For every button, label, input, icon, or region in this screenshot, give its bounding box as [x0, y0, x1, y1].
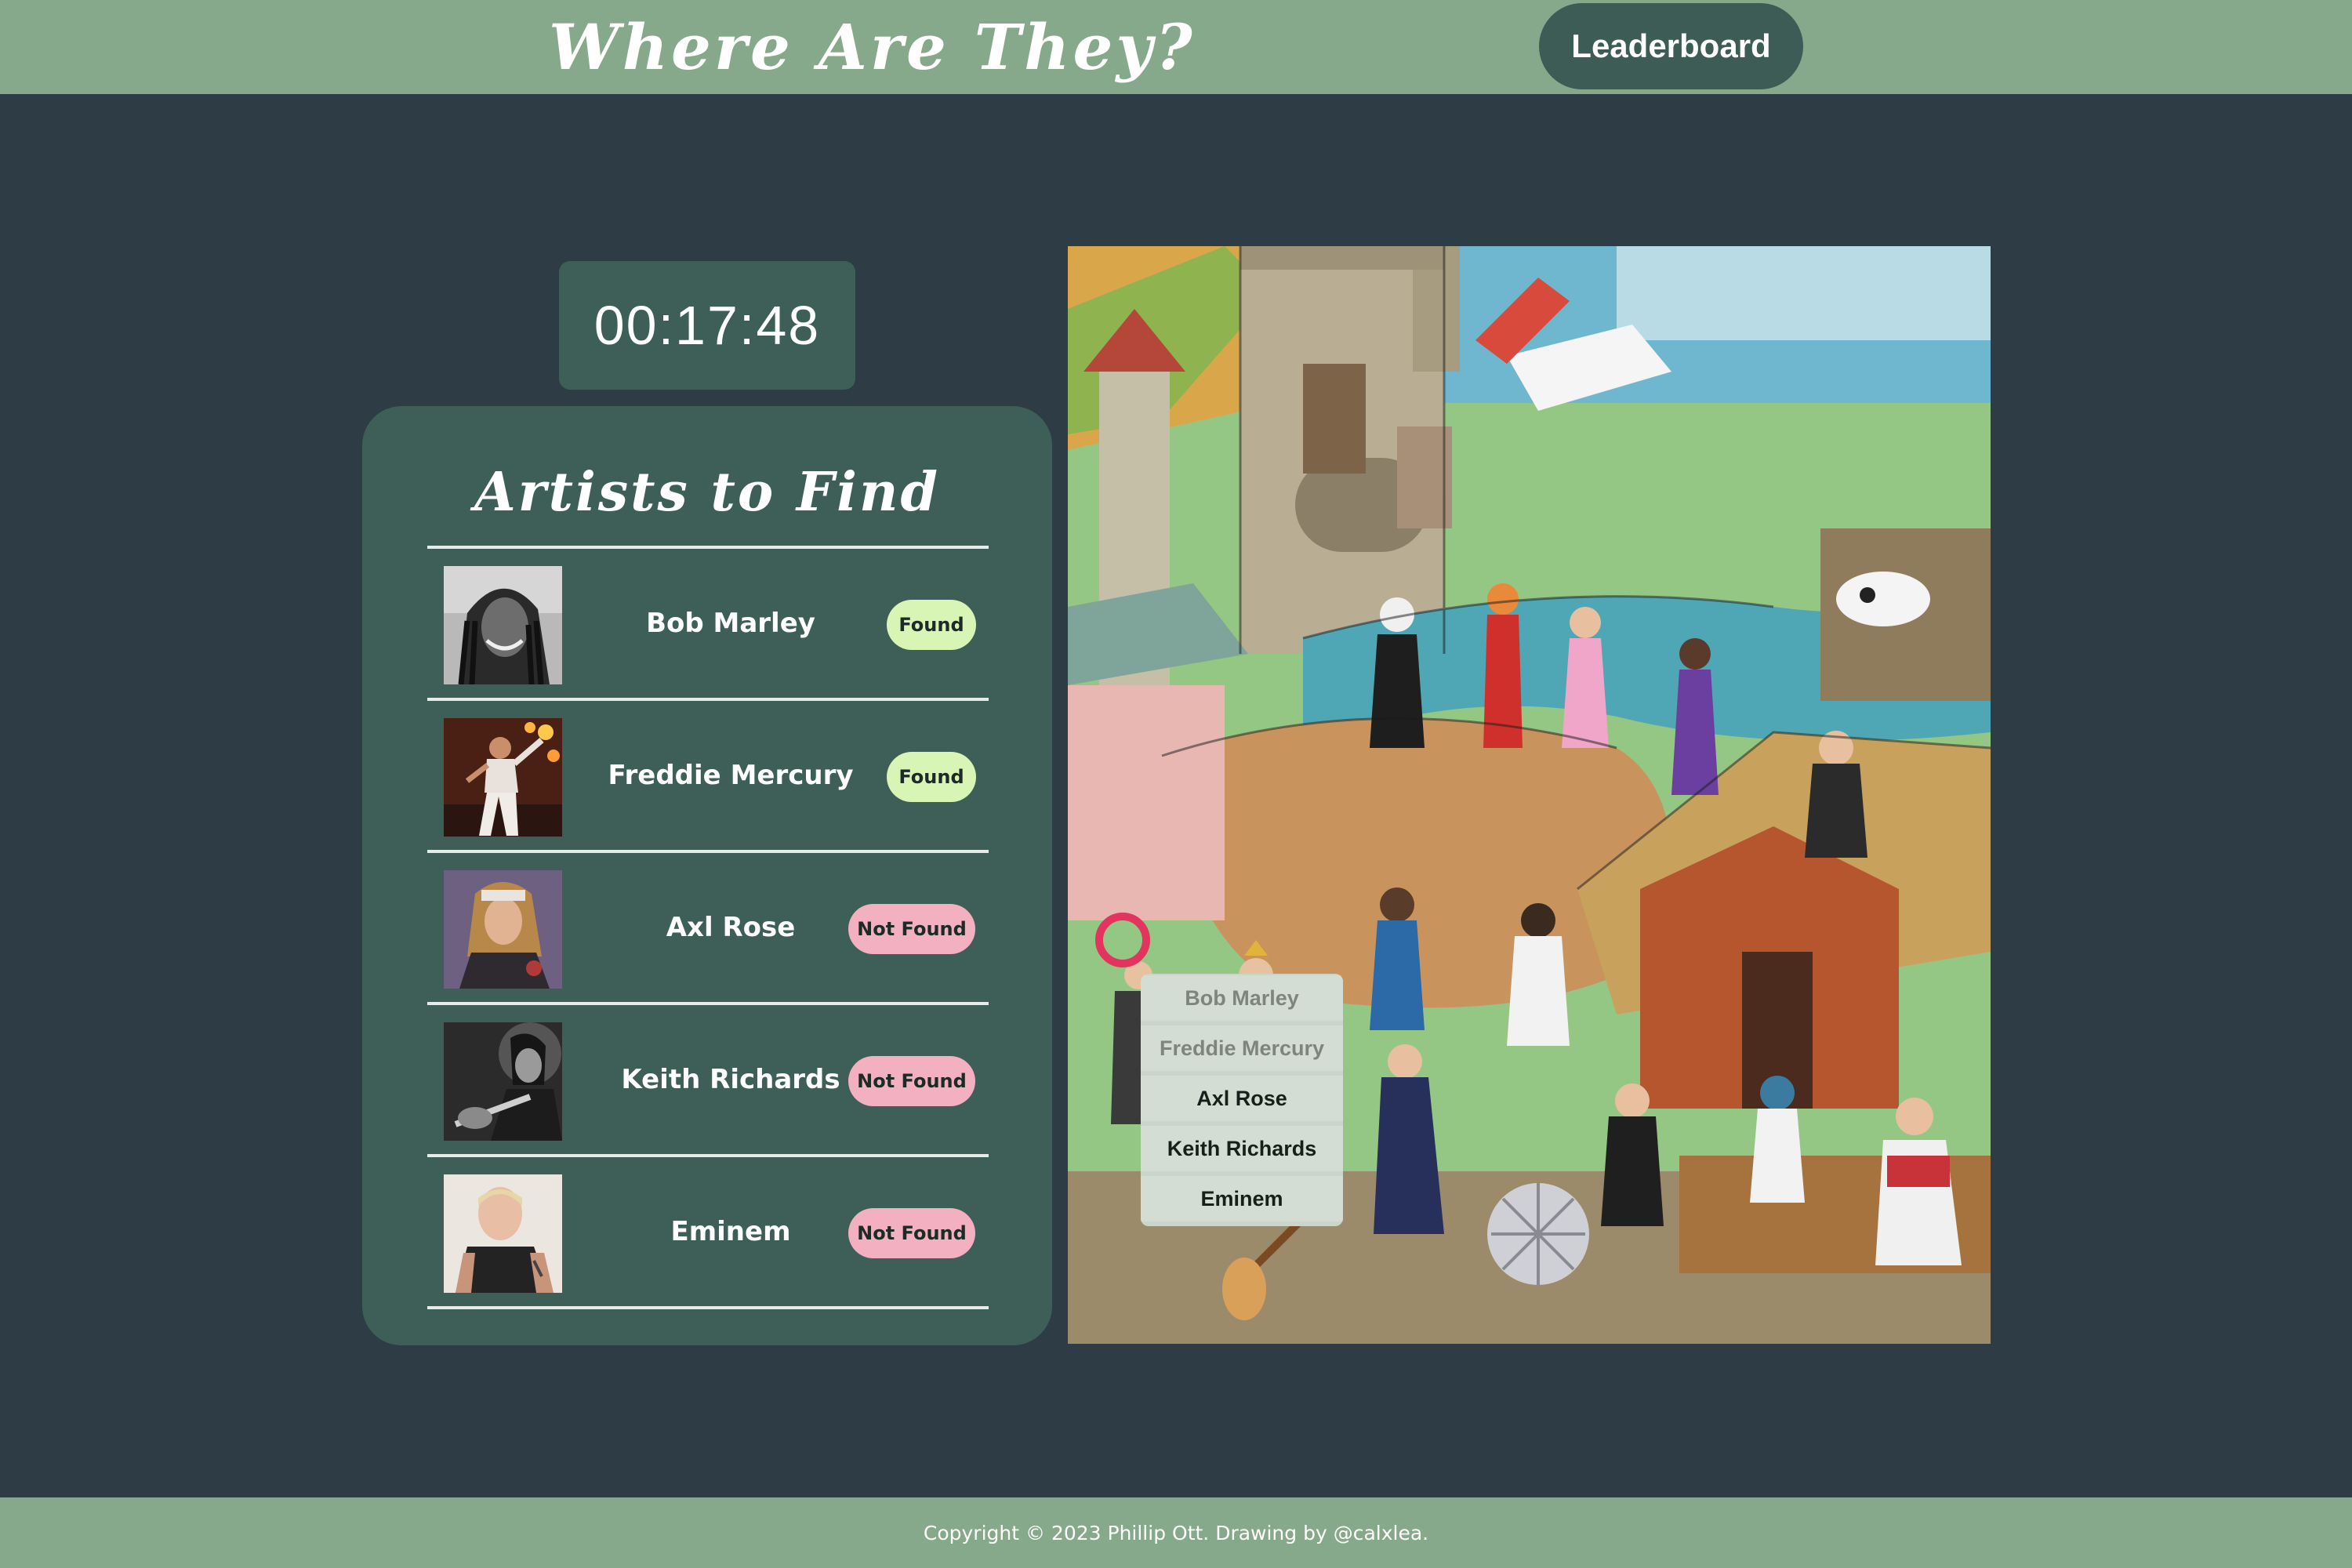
- status-badge: Found: [887, 600, 976, 650]
- click-target-marker: [1095, 913, 1150, 967]
- panel-title: Artists to Find: [474, 461, 940, 524]
- status-badge: Not Found: [848, 904, 975, 954]
- artist-row-freddie-mercury: Freddie Mercury Found: [427, 701, 989, 850]
- character-select-dropdown: Bob Marley Freddie Mercury Axl Rose Keit…: [1141, 974, 1343, 1226]
- artist-photo-eminem: [444, 1174, 562, 1293]
- footer-copyright: Copyright © 2023 Phillip Ott. Drawing by…: [923, 1521, 1429, 1544]
- dropdown-option-freddie-mercury: Freddie Mercury: [1141, 1025, 1343, 1071]
- divider: [427, 1306, 989, 1309]
- dropdown-option-bob-marley: Bob Marley: [1141, 975, 1343, 1021]
- game-timer: 00:17:48: [559, 261, 855, 390]
- status-badge: Not Found: [848, 1056, 975, 1106]
- leaderboard-button[interactable]: Leaderboard: [1539, 3, 1803, 89]
- dropdown-option-axl-rose[interactable]: Axl Rose: [1141, 1076, 1343, 1121]
- artist-name: Freddie Mercury: [608, 760, 854, 791]
- footer: Copyright © 2023 Phillip Ott. Drawing by…: [0, 1497, 2352, 1568]
- artist-row-eminem: Eminem Not Found: [427, 1157, 989, 1306]
- artist-name: Bob Marley: [646, 608, 815, 639]
- status-badge: Not Found: [848, 1208, 975, 1258]
- site-title: Where Are They?: [549, 10, 1196, 84]
- artist-photo-keith-richards: [444, 1022, 562, 1141]
- status-badge: Found: [887, 752, 976, 802]
- artist-photo-freddie-mercury: [444, 718, 562, 837]
- dropdown-option-eminem[interactable]: Eminem: [1141, 1176, 1343, 1221]
- artist-photo-bob-marley: [444, 566, 562, 684]
- artists-panel: Artists to Find Bob Marley Found Freddie…: [362, 406, 1052, 1345]
- dropdown-option-keith-richards[interactable]: Keith Richards: [1141, 1126, 1343, 1171]
- header: Where Are They? Leaderboard: [0, 0, 2352, 94]
- artist-row-bob-marley: Bob Marley Found: [427, 549, 989, 698]
- artist-photo-axl-rose: [444, 870, 562, 989]
- artist-row-keith-richards: Keith Richards Not Found: [427, 1005, 989, 1154]
- artist-row-axl-rose: Axl Rose Not Found: [427, 853, 989, 1002]
